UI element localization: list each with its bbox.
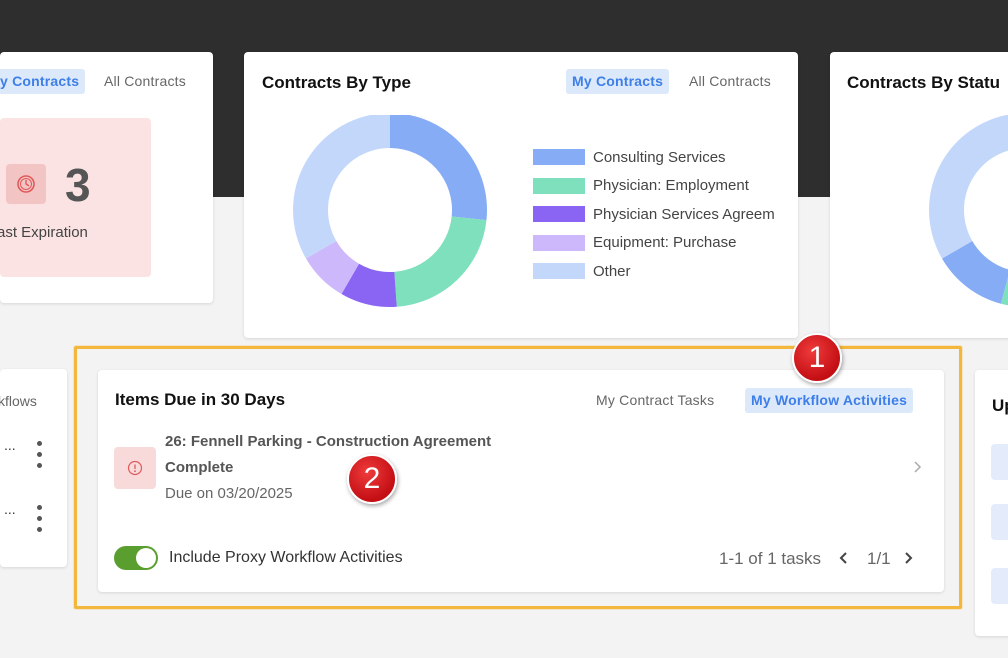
donut-slice-consulting[interactable] bbox=[390, 115, 487, 221]
tab-my-contracts[interactable]: y Contracts bbox=[0, 69, 86, 94]
upcoming-card: Up bbox=[975, 370, 1008, 636]
past-expiration-label: ast Expiration bbox=[0, 224, 88, 241]
donut-slice-other[interactable] bbox=[293, 115, 390, 259]
card-title: Up bbox=[992, 396, 1008, 415]
tab-my-contracts[interactable]: My Contracts bbox=[566, 69, 670, 94]
contracts-type-donut bbox=[293, 115, 487, 307]
workflows-label: kflows bbox=[0, 393, 37, 409]
list-item-icon bbox=[991, 444, 1008, 480]
contracts-summary-card: y Contracts All Contracts 3 ast Expirati… bbox=[0, 52, 213, 303]
workflow-row-1[interactable]: ... bbox=[4, 437, 16, 453]
tab-all-contracts[interactable]: All Contracts bbox=[98, 69, 192, 94]
past-expiration-tile[interactable]: 3 ast Expiration bbox=[0, 118, 151, 277]
card-title: Contracts By Type bbox=[262, 73, 411, 92]
legend-swatch bbox=[533, 177, 585, 194]
legend-label: Consulting Services bbox=[593, 148, 726, 166]
donut-slice-physician-employment[interactable] bbox=[394, 216, 487, 307]
legend-item[interactable]: Other bbox=[533, 261, 631, 281]
more-icon[interactable] bbox=[37, 441, 43, 468]
legend-label: Physician Services Agreem bbox=[593, 205, 775, 223]
legend-item[interactable]: Consulting Services bbox=[533, 147, 726, 167]
legend-item[interactable]: Physician Services Agreem bbox=[533, 204, 775, 224]
step-marker-1: 1 bbox=[792, 333, 842, 383]
step-marker-2: 2 bbox=[347, 454, 397, 504]
legend-label: Other bbox=[593, 262, 631, 280]
clock-icon-box bbox=[6, 164, 46, 204]
workflows-card: kflows ... ... bbox=[0, 369, 67, 567]
legend-item[interactable]: Equipment: Purchase bbox=[533, 233, 736, 253]
card-title: Contracts By Statu bbox=[847, 73, 1001, 92]
contracts-by-status-card: Contracts By Statu bbox=[830, 52, 1008, 338]
legend-swatch bbox=[533, 149, 585, 165]
tab-all-contracts[interactable]: All Contracts bbox=[683, 69, 777, 94]
highlight-frame bbox=[74, 346, 962, 609]
legend-label: Equipment: Purchase bbox=[593, 234, 737, 251]
contracts-status-donut bbox=[929, 115, 1008, 306]
legend-swatch bbox=[533, 234, 585, 251]
more-icon[interactable] bbox=[37, 505, 43, 532]
list-item-icon bbox=[991, 504, 1008, 540]
clock-icon bbox=[17, 175, 35, 193]
legend-item[interactable]: Physician: Employment bbox=[533, 176, 749, 196]
legend-swatch bbox=[533, 206, 585, 222]
contracts-by-type-card: Contracts By Type My Contracts All Contr… bbox=[244, 52, 798, 338]
legend-swatch bbox=[533, 263, 585, 279]
legend-label: Physician: Employment bbox=[593, 177, 749, 194]
donut-slice-e[interactable] bbox=[929, 115, 1008, 259]
past-expiration-count: 3 bbox=[65, 159, 91, 211]
list-item-icon bbox=[991, 568, 1008, 604]
workflow-row-2[interactable]: ... bbox=[4, 501, 16, 517]
